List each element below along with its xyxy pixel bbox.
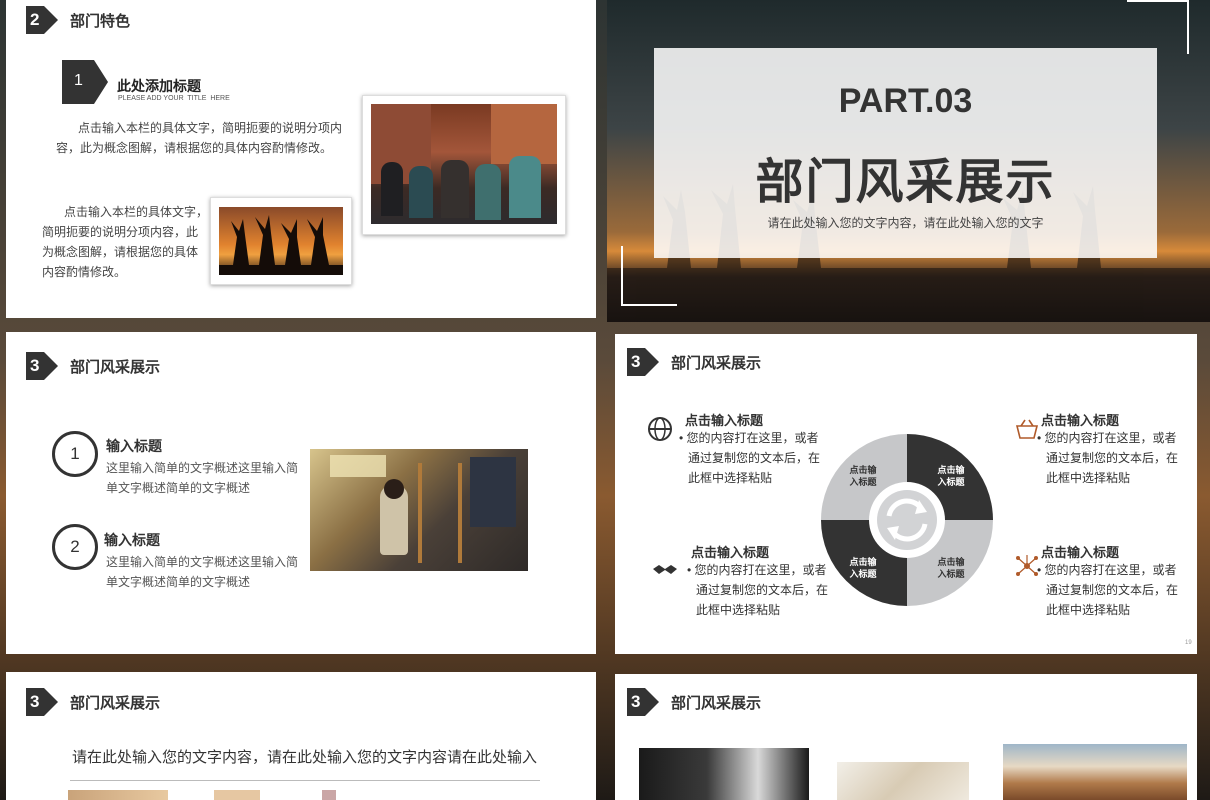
slide-four-blocks[interactable]: 3 部门风采展示 点击输 入标题 点击输 入标题 点击输 入标题 点击输 入标题 [607, 326, 1210, 662]
block-3-line-3: 此框中选择粘贴 [696, 603, 781, 617]
cover-title: 部门风采展示 [755, 156, 1056, 209]
slide-card: 3 部门风采展示 点击输 入标题 点击输 入标题 点击输 入标题 点击输 入标题 [615, 334, 1197, 654]
block-4-line-2: 通过复制您的文本后，在 [1046, 583, 1179, 597]
item-subtitle: PLEASE ADD YOUR TITLE HERE [118, 95, 230, 102]
block-4-title: 点击输入标题 [1041, 545, 1120, 560]
block-2-line-3: 此框中选择粘贴 [1046, 471, 1131, 485]
paragraph-2-line-1: 点击输入本栏的具体文字， [64, 205, 209, 219]
section-title: 部门风采展示 [671, 694, 762, 712]
slide-card: 3 部门风采展示 请在此处输入您的文字内容，请在此处输入您的文字内容请在此处输入 [6, 672, 596, 800]
item-2-number-circle: 2 [52, 524, 98, 570]
block-4-line-3: 此框中选择粘贴 [1046, 603, 1131, 617]
slide-showcase-text[interactable]: 3 部门风采展示 请在此处输入您的文字内容，请在此处输入您的文字内容请在此处输入 [0, 666, 603, 800]
photo-strip-3[interactable] [322, 790, 336, 800]
slide-header: 3 部门风采展示 [627, 688, 761, 716]
photo-strip-1[interactable] [68, 790, 168, 800]
section-title: 部门风采展示 [671, 354, 762, 372]
block-3-line-2: 通过复制您的文本后，在 [696, 583, 829, 597]
basket-icon [1015, 419, 1039, 439]
writing-hand-photo[interactable] [639, 748, 809, 800]
part-label: PART.03 [838, 82, 973, 120]
pen-paper-photo[interactable] [837, 762, 969, 800]
divider-line [70, 780, 540, 781]
page-number: 19 [1185, 640, 1192, 646]
block-1-line-3: 此框中选择粘贴 [688, 471, 773, 485]
block-2-title: 点击输入标题 [1041, 413, 1120, 428]
item-1-number-circle: 1 [52, 431, 98, 477]
landscape-photo[interactable] [1003, 744, 1187, 800]
slide-header: 2 部门特色 [26, 6, 130, 34]
body-text: 请在此处输入您的文字内容，请在此处输入您的文字内容请在此处输入 [72, 749, 538, 766]
block-4-line-1: • 您的内容打在这里，或者 [1037, 563, 1177, 577]
slide-card: 2 部门特色 1 此处添加标题 PLEASE ADD YOUR TITLE HE… [6, 0, 596, 318]
slide-header: 3 部门风采展示 [26, 688, 160, 716]
item-1-title: 输入标题 [106, 438, 162, 454]
slide-header: 3 部门风采展示 [26, 352, 160, 380]
paragraph-2-line-3: 为概念图解，请根据您的具体 [42, 245, 199, 259]
cycle-diagram [821, 434, 993, 606]
corner-bracket-top-right [1127, 0, 1189, 54]
slide-part-03-cover[interactable]: PART.03 部门风采展示 请在此处输入您的文字内容，请在此处输入您的文字 [607, 0, 1210, 322]
block-2-line-1: • 您的内容打在这里，或者 [1037, 431, 1177, 445]
block-1-line-1: • 您的内容打在这里，或者 [679, 431, 819, 445]
segment-label-bl: 点击输 入标题 [849, 557, 877, 579]
block-3-line-1: • 您的内容打在这里，或者 [687, 563, 827, 577]
paragraph-1-line-1: 点击输入本栏的具体文字，简明扼要的说明分项内 [78, 121, 343, 135]
slide-showcase-photos[interactable]: 3 部门风采展示 [607, 666, 1210, 800]
paragraph-2-line-4: 内容酌情修改。 [42, 265, 127, 279]
section-title: 部门特色 [70, 12, 131, 30]
number-arrow-icon: 3 [26, 688, 58, 716]
cover-subtitle: 请在此处输入您的文字内容，请在此处输入您的文字 [767, 216, 1044, 230]
network-icon [1016, 555, 1038, 576]
slide-card: 3 部门风采展示 1 输入标题 这里输入简单的文字概述这里输入简 单文字概述简单… [6, 332, 596, 654]
painter-photo[interactable] [310, 449, 528, 571]
sunset-jump-photo[interactable] [210, 197, 352, 285]
slide-showcase-list[interactable]: 3 部门风采展示 1 输入标题 这里输入简单的文字概述这里输入简 单文字概述简单… [0, 326, 603, 662]
block-1-line-2: 通过复制您的文本后，在 [688, 451, 821, 465]
item-1-line-1: 这里输入简单的文字概述这里输入简 [106, 461, 299, 475]
block-3-title: 点击输入标题 [691, 545, 770, 560]
paragraph-1-line-2: 容，此为概念图解，请根据您的具体内容酌情修改。 [56, 141, 333, 155]
corner-bracket-top-right-h [1127, 0, 1189, 2]
item-number-badge: 1 [62, 60, 108, 104]
item-title: 此处添加标题 [117, 78, 201, 94]
section-title: 部门风采展示 [70, 694, 161, 712]
number-arrow-icon: 3 [627, 688, 659, 716]
block-1-title: 点击输入标题 [685, 413, 764, 428]
number-arrow-icon: 2 [26, 6, 58, 34]
handshake-icon [653, 565, 677, 574]
students-photo[interactable] [362, 95, 566, 235]
number-arrow-icon: 3 [26, 352, 58, 380]
segment-label-br: 点击输 入标题 [937, 557, 965, 579]
slide-header: 3 部门风采展示 [627, 348, 761, 376]
slide-department-features[interactable]: 2 部门特色 1 此处添加标题 PLEASE ADD YOUR TITLE HE… [0, 0, 603, 322]
segment-label-tr: 点击输 入标题 [937, 465, 965, 487]
number-arrow-icon: 3 [627, 348, 659, 376]
globe-icon [648, 417, 672, 441]
photo-strip-2[interactable] [214, 790, 260, 800]
paragraph-2-line-2: 简明扼要的说明分项内容，此 [42, 225, 199, 239]
item-2-title: 输入标题 [104, 532, 160, 548]
item-2-line-2: 单文字概述简单的文字概述 [106, 575, 251, 589]
slide-card: 3 部门风采展示 [615, 674, 1197, 800]
segment-label-tl: 点击输 入标题 [849, 465, 877, 487]
section-title: 部门风采展示 [70, 358, 161, 376]
block-2-line-2: 通过复制您的文本后，在 [1046, 451, 1179, 465]
item-2-line-1: 这里输入简单的文字概述这里输入简 [106, 555, 299, 569]
corner-bracket-bottom-left-h [621, 304, 677, 306]
corner-bracket-bottom-left [621, 246, 623, 306]
item-1-line-2: 单文字概述简单的文字概述 [106, 481, 251, 495]
